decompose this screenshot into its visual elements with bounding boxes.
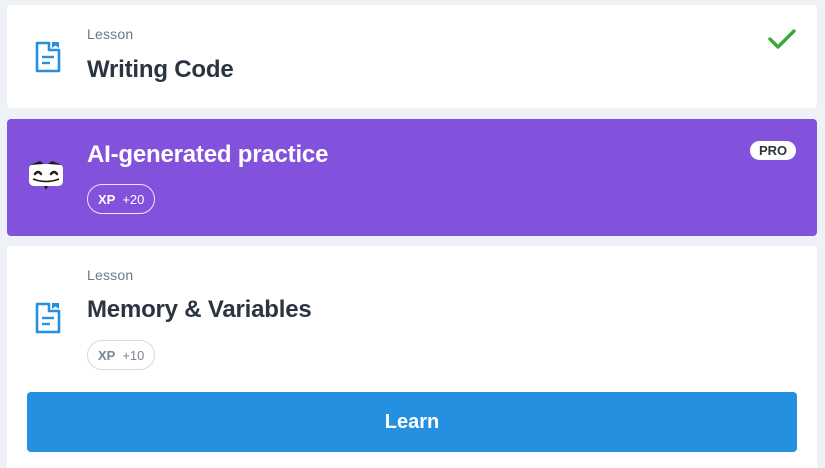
checkmark-icon <box>768 29 796 49</box>
ai-practice-card[interactable]: AI-generated practice PRO XP +20 <box>7 119 817 236</box>
xp-label: XP <box>98 191 116 207</box>
xp-value: +10 <box>122 347 145 363</box>
xp-reward-pill: XP +20 <box>87 184 156 214</box>
robot-mascot-icon <box>29 161 63 190</box>
xp-value: +20 <box>122 191 145 207</box>
lesson-card-writing-code[interactable]: Lesson Writing Code <box>7 5 817 108</box>
lesson-title: Writing Code <box>87 56 234 83</box>
practice-title: AI-generated practice <box>87 141 329 168</box>
document-icon <box>35 41 61 73</box>
learn-button[interactable]: Learn <box>27 392 797 452</box>
xp-reward-pill: XP +10 <box>87 340 156 370</box>
lesson-card-memory-variables[interactable]: Lesson Memory & Variables XP +10 Learn <box>7 246 817 468</box>
xp-label: XP <box>98 347 116 363</box>
pro-badge: PRO <box>750 141 797 160</box>
lesson-title: Memory & Variables <box>87 296 312 323</box>
lesson-type-label: Lesson <box>87 267 134 283</box>
document-icon <box>35 302 61 334</box>
lesson-type-label: Lesson <box>87 26 134 42</box>
